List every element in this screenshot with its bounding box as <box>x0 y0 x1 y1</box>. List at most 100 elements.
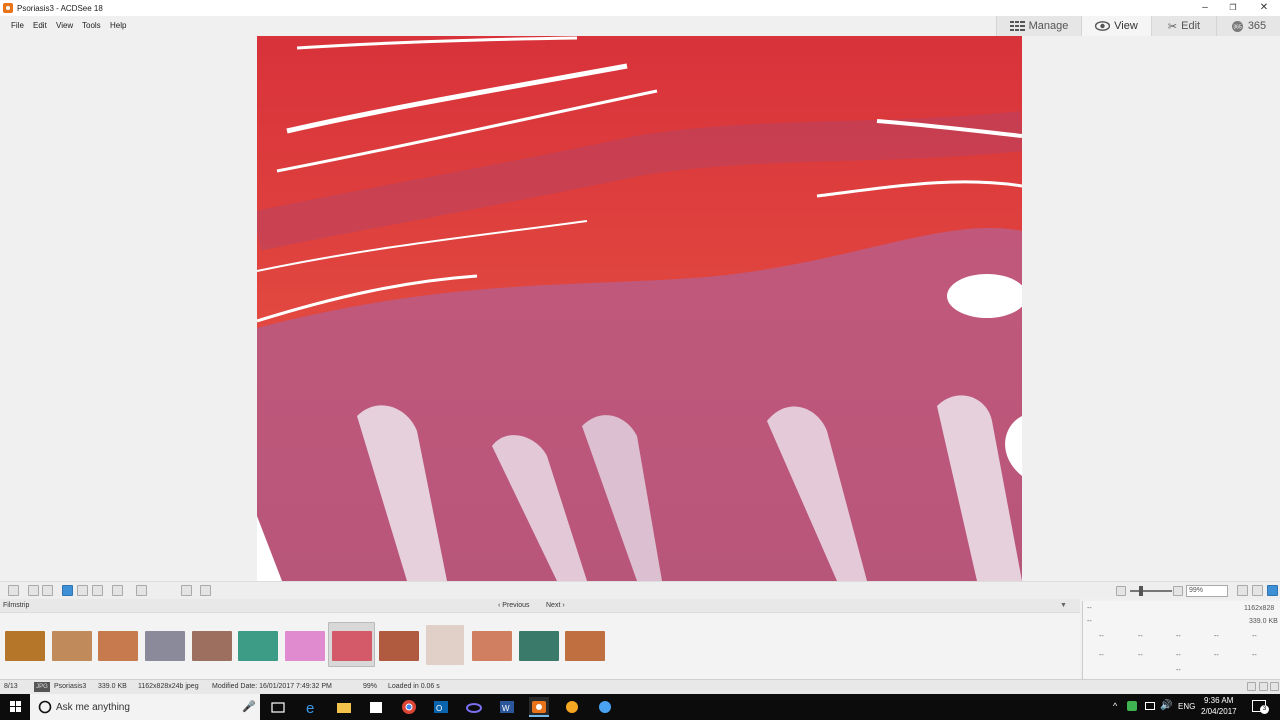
refresh-icon[interactable] <box>200 585 211 596</box>
thumbnail[interactable] <box>426 625 464 665</box>
menu-bar: File Edit View Tools Help Manage View ✂ … <box>0 16 1280 36</box>
cortana-search-box[interactable]: Ask me anything 🎤 <box>30 694 260 720</box>
zoom-in-icon[interactable] <box>1173 586 1183 596</box>
app-icon-purple[interactable] <box>464 697 484 717</box>
mode-manage-label: Manage <box>1028 20 1069 32</box>
start-button[interactable] <box>0 694 30 720</box>
zoom-slider[interactable] <box>1130 590 1172 592</box>
hand-tool-icon[interactable] <box>62 585 73 596</box>
full-screen-icon[interactable] <box>1267 585 1278 596</box>
view-toolbar: 99% <box>0 581 1280 599</box>
zoom-slider-thumb[interactable] <box>1139 586 1143 596</box>
mode-edit-label: Edit <box>1181 20 1201 32</box>
mode-view-tab[interactable]: View <box>1081 16 1151 36</box>
status-filesize: 339.0 KB <box>98 683 127 690</box>
word-icon[interactable]: W <box>497 697 517 717</box>
status-details: 1162x828x24b jpeg <box>138 683 199 690</box>
info-cell: -- <box>1138 652 1143 659</box>
svg-text:365: 365 <box>1233 24 1242 30</box>
acdsee-app-icon <box>3 3 13 13</box>
expand-icon[interactable] <box>1270 682 1279 691</box>
edge-icon[interactable]: e <box>302 697 322 717</box>
close-button[interactable]: ✕ <box>1249 0 1279 16</box>
thumbnail[interactable] <box>98 631 138 661</box>
actual-size-icon[interactable] <box>1252 585 1263 596</box>
volume-icon[interactable]: 🔊 <box>1160 700 1172 711</box>
app-icon-blue[interactable] <box>595 697 615 717</box>
status-bar: 8/13 JPG Psoriasis3 339.0 KB 1162x828x24… <box>0 679 1280 694</box>
next-button[interactable]: Next › <box>546 602 565 609</box>
clock-date[interactable]: 2/04/2017 <box>1201 707 1237 716</box>
maximize-button[interactable]: ❐ <box>1218 0 1248 16</box>
thumbnail[interactable] <box>52 631 92 661</box>
histology-image[interactable] <box>257 36 1022 581</box>
thumbnail[interactable] <box>145 631 185 661</box>
notification-count-badge: 3 <box>1260 705 1269 714</box>
fit-image-icon[interactable] <box>1237 585 1248 596</box>
thumbnail[interactable] <box>472 631 512 661</box>
thumbnail[interactable] <box>285 631 325 661</box>
search-placeholder: Ask me anything <box>56 702 130 713</box>
zoom-out-icon[interactable] <box>1116 586 1126 596</box>
menu-help[interactable]: Help <box>110 21 126 30</box>
thumbnail[interactable] <box>5 631 45 661</box>
menu-view[interactable]: View <box>56 21 73 30</box>
status-index: 8/13 <box>4 683 18 690</box>
zoom-level-select[interactable]: 99% <box>1186 585 1228 597</box>
info-cell: -- <box>1138 633 1143 640</box>
histology-image-art <box>257 36 1022 581</box>
thumbnail[interactable] <box>238 631 278 661</box>
tray-app-icon[interactable] <box>1127 701 1137 711</box>
file-explorer-icon[interactable] <box>334 697 354 717</box>
mode-365-tab[interactable]: 365 365 <box>1216 16 1280 36</box>
acdsee-taskbar-icon[interactable] <box>529 697 549 717</box>
app-icon-orange[interactable] <box>562 697 582 717</box>
status-modified: Modified Date: 16/01/2017 7:49:32 PM <box>212 683 332 690</box>
select-tool-icon[interactable] <box>77 585 88 596</box>
thumbnail[interactable] <box>519 631 559 661</box>
clock-time[interactable]: 9:36 AM <box>1204 696 1233 705</box>
zoom-tool-icon[interactable] <box>92 585 103 596</box>
status-zoom: 99% <box>363 683 378 690</box>
previous-button[interactable]: ‹ Previous <box>498 602 530 609</box>
info-cell: -- <box>1252 652 1257 659</box>
menu-tools[interactable]: Tools <box>82 21 101 30</box>
info-cell: -- <box>1214 633 1219 640</box>
microphone-icon[interactable]: 🎤 <box>242 700 256 713</box>
store-icon[interactable] <box>366 697 386 717</box>
eye-icon <box>1095 21 1111 31</box>
task-view-icon[interactable] <box>268 697 288 717</box>
tools-icon: ✂ <box>1167 20 1178 33</box>
layout-icon[interactable] <box>1247 682 1256 691</box>
effects-icon[interactable] <box>136 585 147 596</box>
adjust-icon[interactable] <box>181 585 192 596</box>
show-hidden-icons-icon[interactable]: ^ <box>1113 701 1117 711</box>
crop-icon[interactable] <box>112 585 123 596</box>
save-icon[interactable] <box>8 585 19 596</box>
network-icon[interactable] <box>1145 702 1155 710</box>
info-cell: -- <box>1087 618 1092 625</box>
filmstrip-options-icon[interactable]: ▼ <box>1060 602 1067 609</box>
rotate-right-icon[interactable] <box>42 585 53 596</box>
minimize-button[interactable]: – <box>1190 0 1220 16</box>
menu-edit[interactable]: Edit <box>33 21 47 30</box>
rotate-left-icon[interactable] <box>28 585 39 596</box>
svg-text:e: e <box>306 700 314 717</box>
language-indicator[interactable]: ENG <box>1178 702 1195 711</box>
status-loaded: Loaded in 0.06 s <box>388 683 440 690</box>
thumbnail[interactable] <box>379 631 419 661</box>
resize-icon[interactable] <box>1259 682 1268 691</box>
action-center-icon[interactable]: 3 <box>1252 700 1269 714</box>
image-viewer[interactable] <box>0 36 1280 581</box>
chrome-icon[interactable] <box>399 697 419 717</box>
mode-365-label: 365 <box>1247 20 1267 32</box>
outlook-icon[interactable]: O <box>431 697 451 717</box>
info-cell: -- <box>1176 633 1181 640</box>
thumbnail[interactable] <box>565 631 605 661</box>
thumbnail-current[interactable] <box>332 631 372 661</box>
menu-file[interactable]: File <box>11 21 24 30</box>
mode-edit-tab[interactable]: ✂ Edit <box>1151 16 1216 36</box>
info-cell: -- <box>1252 633 1257 640</box>
thumbnail[interactable] <box>192 631 232 661</box>
mode-manage-tab[interactable]: Manage <box>996 16 1081 36</box>
